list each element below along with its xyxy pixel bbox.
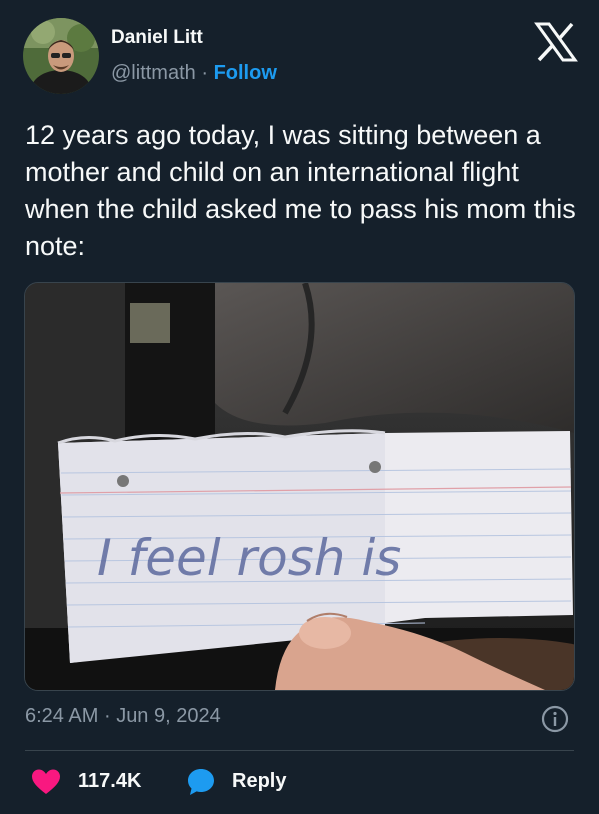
tweet-date: Jun 9, 2024 [116, 705, 221, 727]
info-icon[interactable] [540, 704, 570, 734]
timestamp-separator: · [103, 705, 111, 727]
author-name[interactable]: Daniel Litt [111, 27, 203, 49]
handle-line: @littmath · Follow [111, 62, 277, 85]
avatar-image [23, 18, 99, 94]
reply-button[interactable]: Reply [232, 770, 286, 793]
note-photo-image: I feel rosh is [25, 283, 574, 690]
tweet-time: 6:24 AM [25, 705, 99, 727]
reply-bubble-icon[interactable] [186, 767, 216, 797]
tweet-photo[interactable]: I feel rosh is [24, 282, 575, 691]
like-count[interactable]: 117.4K [78, 770, 141, 793]
heart-icon[interactable] [32, 769, 60, 795]
avatar[interactable] [23, 18, 99, 94]
tweet-text: 12 years ago today, I was sitting betwee… [25, 120, 576, 261]
x-logo-icon[interactable] [534, 22, 578, 62]
author-handle[interactable]: @littmath [111, 62, 196, 84]
follow-button[interactable]: Follow [214, 62, 277, 84]
handle-separator: · [201, 62, 208, 84]
tweet-timestamp[interactable]: 6:24 AM · Jun 9, 2024 [25, 705, 221, 728]
note-text: I feel rosh is [97, 529, 401, 587]
divider [25, 750, 574, 751]
